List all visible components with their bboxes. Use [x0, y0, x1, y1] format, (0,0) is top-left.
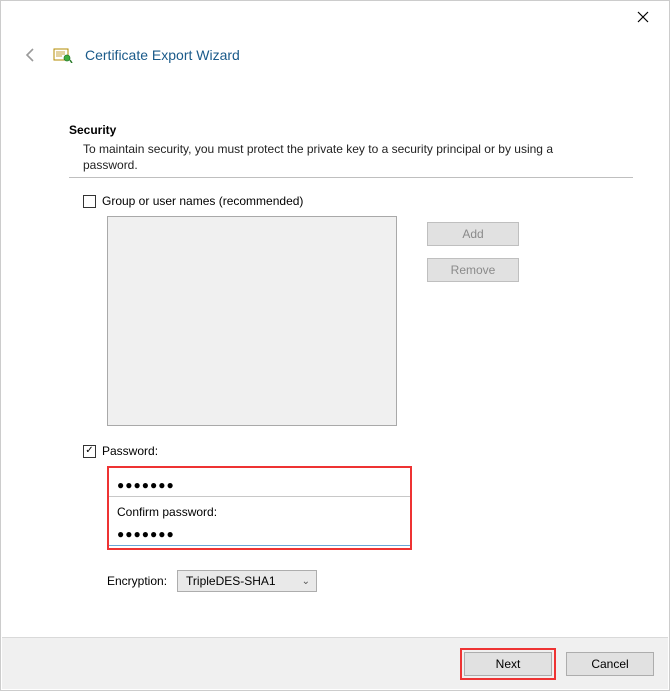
- group-names-checkbox[interactable]: [83, 195, 96, 208]
- confirm-password-label: Confirm password:: [109, 497, 410, 521]
- close-button[interactable]: [623, 5, 663, 29]
- certificate-icon: [53, 47, 73, 63]
- next-button[interactable]: Next: [464, 652, 552, 676]
- cancel-button[interactable]: Cancel: [566, 652, 654, 676]
- encryption-dropdown[interactable]: TripleDES-SHA1 ⌄: [177, 570, 317, 592]
- remove-button: Remove: [427, 258, 519, 282]
- back-arrow-icon[interactable]: [21, 45, 41, 65]
- password-label: Password:: [102, 444, 158, 458]
- divider: [69, 177, 633, 178]
- encryption-value: TripleDES-SHA1: [186, 574, 276, 588]
- password-input[interactable]: [109, 472, 410, 497]
- confirm-password-input[interactable]: [109, 521, 410, 546]
- encryption-label: Encryption:: [107, 574, 167, 588]
- principals-listbox[interactable]: [107, 216, 397, 426]
- chevron-down-icon: ⌄: [302, 576, 310, 587]
- password-checkbox[interactable]: [83, 445, 96, 458]
- add-button: Add: [427, 222, 519, 246]
- wizard-title: Certificate Export Wizard: [85, 47, 240, 63]
- section-description: To maintain security, you must protect t…: [83, 141, 603, 173]
- password-highlight-box: Confirm password:: [107, 466, 412, 550]
- next-highlight-box: Next: [460, 648, 556, 680]
- group-names-label: Group or user names (recommended): [102, 194, 303, 208]
- section-title: Security: [69, 123, 633, 137]
